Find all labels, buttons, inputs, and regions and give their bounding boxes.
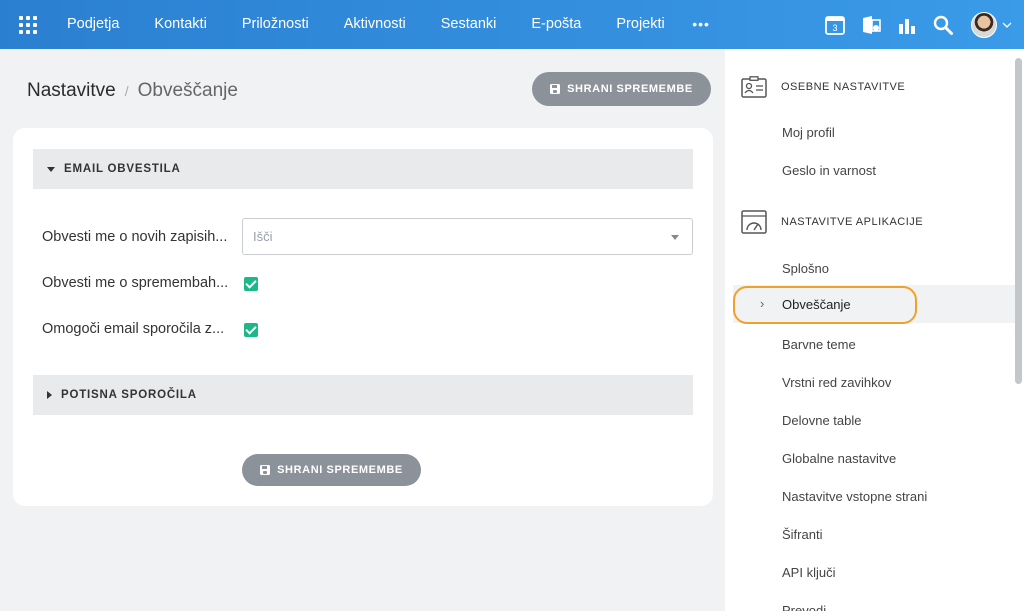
sidebar-scrollbar[interactable] [1015, 58, 1022, 384]
save-button-label: SHRANI SPREMEMBE [567, 83, 693, 95]
nav-item-podjetja[interactable]: Podjetja [56, 0, 137, 49]
id-card-icon [741, 76, 767, 98]
settings-card: EMAIL OBVESTILA Obvesti me o novih zapis… [13, 128, 713, 506]
app-settings-icon [741, 210, 767, 234]
exchange-icon [863, 15, 881, 34]
save-button-label: SHRANI SPREMEMBE [277, 464, 403, 476]
setting-row: Obvesti me o novih zapisih... [42, 229, 242, 245]
nav-more-button[interactable]: ••• [682, 0, 720, 49]
save-icon [260, 465, 271, 475]
sidebar-item-api-kljuci[interactable]: API ključi [782, 565, 835, 580]
app-launcher-button[interactable] [0, 0, 56, 49]
breadcrumb: Nastavitve / Obveščanje [27, 80, 238, 102]
setting-label: Obvesti me o novih zapisih... [42, 229, 228, 245]
section-email-header[interactable]: EMAIL OBVESTILA [33, 149, 693, 189]
search-button[interactable] [925, 0, 961, 49]
bar-chart-icon [899, 18, 915, 34]
calendar-button[interactable]: 3 [817, 0, 853, 49]
nav-item-kontakti[interactable]: Kontakti [137, 0, 224, 49]
sidebar-item-globalne[interactable]: Globalne nastavitve [782, 451, 896, 466]
top-icons: 3 [817, 0, 1024, 49]
sidebar-section-title: OSEBNE NASTAVITVE [781, 81, 906, 93]
breadcrumb-separator: / [124, 83, 129, 99]
sidebar-item-barvne-teme[interactable]: Barvne teme [782, 337, 856, 352]
search-icon [933, 15, 953, 35]
avatar [971, 11, 997, 38]
record-notification-select[interactable]: Išči [242, 218, 693, 255]
main-nav: Podjetja Kontakti Priložnosti Aktivnosti… [56, 0, 720, 49]
setting-row: Obvesti me o spremembah... [42, 275, 242, 291]
dropdown-arrow-icon [671, 235, 679, 240]
section-title: POTISNA SPOROČILA [61, 389, 197, 401]
sidebar-section-personal: OSEBNE NASTAVITVE [741, 76, 905, 98]
calendar-icon: 3 [825, 15, 845, 35]
nav-item-eposta[interactable]: E-pošta [514, 0, 599, 49]
email-messages-checkbox[interactable] [244, 323, 258, 337]
save-button-top[interactable]: SHRANI SPREMEMBE [532, 72, 711, 106]
changes-notification-checkbox[interactable] [244, 277, 258, 291]
section-title: EMAIL OBVESTILA [64, 163, 181, 175]
sidebar-item-splosno[interactable]: Splošno [782, 261, 829, 276]
nav-item-priloznosti[interactable]: Priložnosti [224, 0, 326, 49]
calendar-day: 3 [832, 23, 837, 33]
exchange-button[interactable] [853, 0, 889, 49]
grid-icon [19, 15, 37, 34]
caret-right-icon [47, 391, 52, 399]
sidebar-item-moj-profil[interactable]: Moj profil [782, 125, 835, 140]
settings-sidebar: OSEBNE NASTAVITVE Moj profil Geslo in va… [725, 49, 1024, 611]
sidebar-item-prevodi[interactable]: Prevodi [782, 603, 826, 611]
nav-item-projekti[interactable]: Projekti [599, 0, 682, 49]
save-button-bottom[interactable]: SHRANI SPREMEMBE [242, 454, 421, 486]
sidebar-item-vstopna-stran[interactable]: Nastavitve vstopne strani [782, 489, 927, 504]
setting-label: Omogoči email sporočila z... [42, 321, 225, 337]
page-title: Obveščanje [137, 80, 238, 101]
nav-item-aktivnosti[interactable]: Aktivnosti [326, 0, 423, 49]
sidebar-item-delovne-table[interactable]: Delovne table [782, 413, 862, 428]
caret-down-icon [47, 166, 55, 172]
sidebar-item-sifranti[interactable]: Šifranti [782, 527, 822, 542]
chevron-down-icon [1002, 22, 1012, 28]
chevron-right-icon: › [760, 296, 765, 311]
nav-item-sestanki[interactable]: Sestanki [423, 0, 514, 49]
sidebar-section-title: NASTAVITVE APLIKACIJE [781, 216, 924, 228]
sidebar-item-obvescanje[interactable]: › Obveščanje [733, 285, 1017, 323]
select-placeholder: Išči [253, 229, 273, 244]
sidebar-item-geslo[interactable]: Geslo in varnost [782, 163, 876, 178]
sidebar-item-label: Obveščanje [782, 297, 851, 312]
top-navigation-bar: Podjetja Kontakti Priložnosti Aktivnosti… [0, 0, 1024, 49]
setting-label: Obvesti me o spremembah... [42, 275, 229, 291]
sidebar-section-apps: NASTAVITVE APLIKACIJE [741, 210, 923, 234]
setting-row: Omogoči email sporočila z... [42, 321, 242, 337]
user-menu[interactable] [961, 0, 1024, 49]
section-push-header[interactable]: POTISNA SPOROČILA [33, 375, 693, 415]
reports-button[interactable] [889, 0, 925, 49]
breadcrumb-root[interactable]: Nastavitve [27, 80, 116, 102]
save-icon [550, 84, 561, 94]
sidebar-item-vrstni-red[interactable]: Vrstni red zavihkov [782, 375, 891, 390]
